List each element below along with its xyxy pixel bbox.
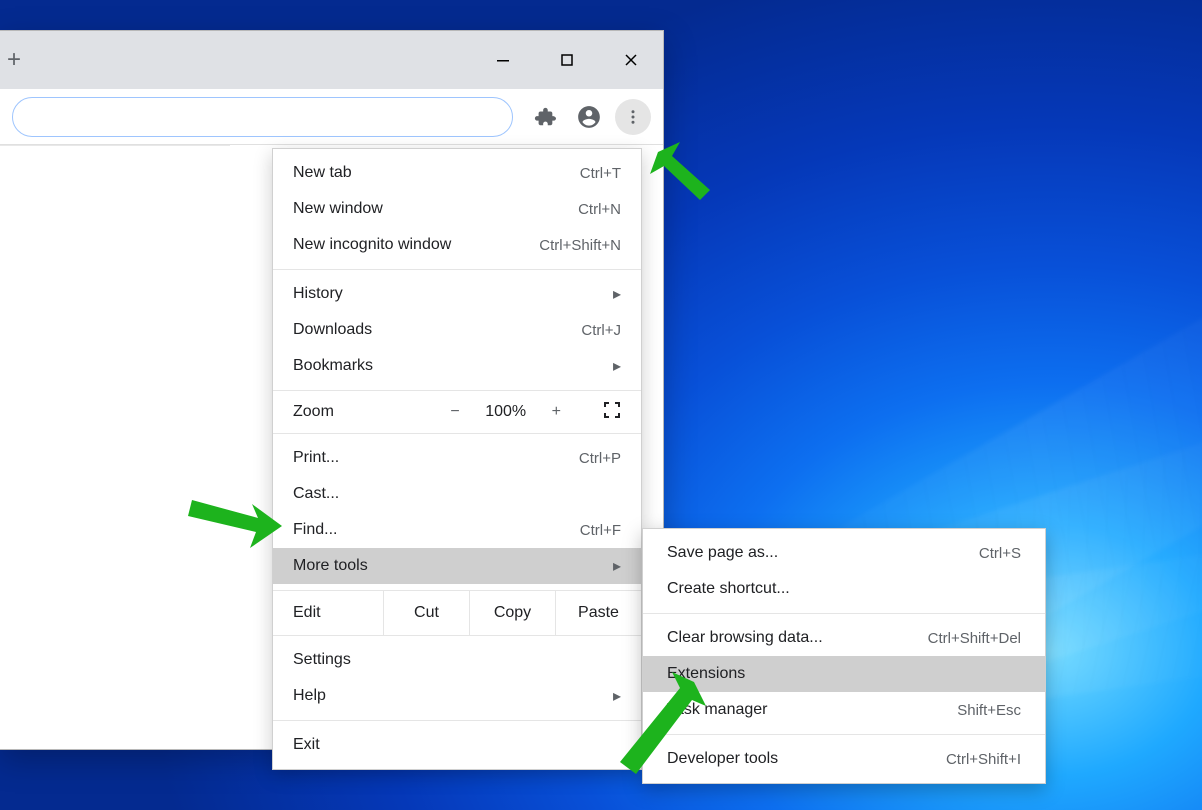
menu-item-label: Task manager xyxy=(667,701,957,719)
extensions-icon[interactable] xyxy=(527,99,563,135)
profile-icon[interactable] xyxy=(571,99,607,135)
main-menu: New tab Ctrl+T New window Ctrl+N New inc… xyxy=(272,148,642,770)
close-button[interactable] xyxy=(599,31,663,89)
menu-item-label: Exit xyxy=(293,736,621,754)
minimize-button[interactable] xyxy=(471,31,535,89)
menu-zoom: Zoom − 100% + xyxy=(273,391,641,433)
menu-new-incognito[interactable]: New incognito window Ctrl+Shift+N xyxy=(273,227,641,263)
menu-item-label: Settings xyxy=(293,651,621,669)
titlebar: + xyxy=(0,31,663,89)
toolbar xyxy=(0,89,663,145)
menu-item-label: Zoom xyxy=(293,403,450,421)
submenu-save-page[interactable]: Save page as... Ctrl+S xyxy=(643,535,1045,571)
menu-new-window[interactable]: New window Ctrl+N xyxy=(273,191,641,227)
shortcut: Ctrl+P xyxy=(579,450,621,467)
fullscreen-icon[interactable] xyxy=(603,401,621,424)
menu-edit: Edit Cut Copy Paste xyxy=(273,591,641,635)
edit-paste-button[interactable]: Paste xyxy=(555,591,641,635)
shortcut: Ctrl+Shift+Del xyxy=(928,630,1021,647)
shortcut: Ctrl+N xyxy=(578,201,621,218)
annotation-arrow xyxy=(186,490,286,565)
shortcut: Ctrl+F xyxy=(580,522,621,539)
edit-cut-button[interactable]: Cut xyxy=(383,591,469,635)
menu-settings[interactable]: Settings xyxy=(273,642,641,678)
menu-more-tools[interactable]: More tools ▸ xyxy=(273,548,641,584)
submenu-create-shortcut[interactable]: Create shortcut... xyxy=(643,571,1045,607)
menu-item-label: Downloads xyxy=(293,321,581,339)
menu-exit[interactable]: Exit xyxy=(273,727,641,763)
submenu-clear-browsing-data[interactable]: Clear browsing data... Ctrl+Shift+Del xyxy=(643,620,1045,656)
shortcut: Ctrl+S xyxy=(979,545,1021,562)
chevron-right-icon: ▸ xyxy=(603,556,621,576)
menu-find[interactable]: Find... Ctrl+F xyxy=(273,512,641,548)
menu-item-label: Save page as... xyxy=(667,544,979,562)
menu-item-label: Help xyxy=(293,687,603,705)
menu-item-label: Create shortcut... xyxy=(667,580,1021,598)
menu-item-label: Bookmarks xyxy=(293,357,603,375)
chevron-right-icon: ▸ xyxy=(603,356,621,376)
shortcut: Ctrl+Shift+N xyxy=(539,237,621,254)
menu-item-label: Print... xyxy=(293,449,579,467)
shortcut: Ctrl+T xyxy=(580,165,621,182)
annotation-arrow xyxy=(648,142,718,217)
menu-item-label: Developer tools xyxy=(667,750,946,768)
menu-item-label: Clear browsing data... xyxy=(667,629,928,647)
zoom-out-button[interactable]: − xyxy=(450,403,459,421)
menu-print[interactable]: Print... Ctrl+P xyxy=(273,440,641,476)
edit-copy-button[interactable]: Copy xyxy=(469,591,555,635)
zoom-level: 100% xyxy=(482,403,530,421)
menu-help[interactable]: Help ▸ xyxy=(273,678,641,714)
maximize-button[interactable] xyxy=(535,31,599,89)
menu-button[interactable] xyxy=(615,99,651,135)
menu-item-label: Extensions xyxy=(667,665,1021,683)
menu-item-label: New window xyxy=(293,200,578,218)
address-bar[interactable] xyxy=(12,97,513,137)
menu-item-label: Edit xyxy=(273,604,383,622)
menu-item-label: More tools xyxy=(293,557,603,575)
menu-item-label: Cast... xyxy=(293,485,621,503)
menu-cast[interactable]: Cast... xyxy=(273,476,641,512)
menu-item-label: New tab xyxy=(293,164,580,182)
annotation-arrow xyxy=(596,672,706,787)
menu-new-tab[interactable]: New tab Ctrl+T xyxy=(273,155,641,191)
shortcut: Ctrl+J xyxy=(581,322,621,339)
zoom-in-button[interactable]: + xyxy=(552,403,561,421)
menu-downloads[interactable]: Downloads Ctrl+J xyxy=(273,312,641,348)
separator xyxy=(0,145,230,146)
menu-history[interactable]: History ▸ xyxy=(273,276,641,312)
shortcut: Ctrl+Shift+I xyxy=(946,751,1021,768)
menu-item-label: Find... xyxy=(293,521,580,539)
menu-item-label: New incognito window xyxy=(293,236,539,254)
chevron-right-icon: ▸ xyxy=(603,284,621,304)
new-tab-button[interactable]: + xyxy=(0,31,24,89)
menu-item-label: History xyxy=(293,285,603,303)
menu-bookmarks[interactable]: Bookmarks ▸ xyxy=(273,348,641,384)
shortcut: Shift+Esc xyxy=(957,702,1021,719)
